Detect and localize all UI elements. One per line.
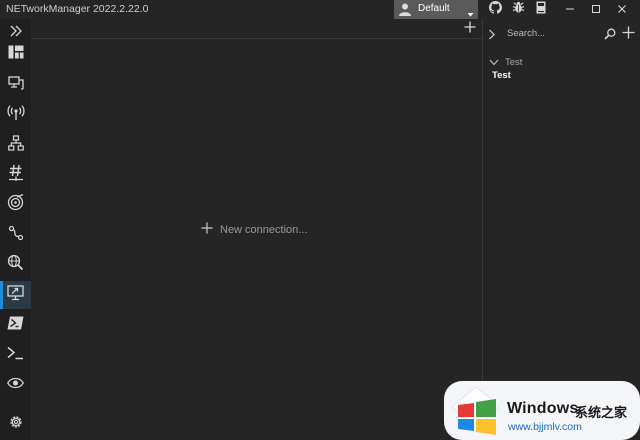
profile-selector[interactable]: Default (394, 0, 478, 19)
watermark-brand: Windows (507, 400, 579, 417)
collapse-panel-button[interactable] (488, 27, 496, 45)
profile-group-test[interactable]: Test (489, 53, 522, 71)
new-connection-button[interactable]: New connection... (201, 221, 307, 239)
sidebar-item-tigervnc[interactable] (0, 371, 31, 399)
windows-logo-icon (451, 386, 501, 435)
watermark-cn-text: 系统之家 (575, 405, 628, 420)
sidebar-item-putty[interactable] (0, 341, 31, 369)
gear-icon (8, 414, 24, 435)
sidebar-item-network-interface[interactable] (0, 71, 31, 99)
maximize-button[interactable] (586, 1, 606, 18)
sidebar-item-wifi[interactable] (0, 101, 31, 129)
sidebar-item-port-scanner[interactable] (0, 161, 31, 189)
minimize-button[interactable] (560, 1, 580, 18)
plus-icon (201, 221, 213, 239)
profile-selector-value: Default (418, 3, 450, 14)
plus-icon (464, 20, 476, 38)
add-profile-button[interactable] (622, 26, 635, 44)
sidebar-item-traceroute[interactable] (0, 221, 31, 249)
profile-group-name: Test (505, 56, 523, 68)
search-input[interactable] (507, 26, 601, 41)
documentation-button[interactable] (531, 1, 551, 18)
app-title: NETworkManager 2022.2.22.0 (6, 3, 149, 15)
sidebar-item-ip-scanner[interactable] (0, 131, 31, 159)
globe-search-icon (7, 254, 24, 276)
new-connection-label: New connection... (220, 224, 308, 236)
remote-desktop-icon (7, 284, 24, 306)
sidebar-item-dashboard[interactable] (0, 40, 31, 68)
search-icon[interactable] (604, 27, 616, 45)
report-bug-button[interactable] (508, 1, 528, 18)
profile-item[interactable]: Test (492, 70, 511, 81)
github-icon (488, 0, 502, 19)
eye-icon (7, 376, 24, 394)
add-tab-button[interactable] (462, 21, 478, 37)
minimize-icon (565, 1, 575, 19)
hash-icon (8, 164, 24, 187)
close-icon (617, 1, 627, 19)
sidebar-item-dns-lookup[interactable] (0, 251, 31, 279)
wifi-icon (7, 104, 25, 126)
traceroute-icon (8, 225, 24, 246)
sidebar-item-powershell[interactable] (0, 311, 31, 339)
sidebar-item-remote-desktop[interactable] (0, 281, 31, 309)
title-bar: NETworkManager 2022.2.22.0 Default (0, 0, 640, 19)
close-button[interactable] (612, 1, 632, 18)
profiles-search-row (483, 24, 640, 42)
github-button[interactable] (485, 0, 505, 19)
sidebar-item-settings[interactable] (0, 410, 31, 438)
network-interface-icon (7, 75, 24, 96)
chevron-down-icon (489, 53, 499, 71)
maximize-icon (591, 1, 601, 19)
sidebar (0, 19, 31, 440)
powershell-icon (7, 316, 24, 335)
watermark-url: www.bjjmlv.com (508, 421, 582, 433)
sidebar-item-ping[interactable] (0, 191, 31, 219)
bug-icon (512, 1, 525, 19)
tab-bar (31, 19, 482, 39)
main-content: New connection... (31, 19, 482, 440)
network-tree-icon (7, 134, 24, 156)
dashboard-icon (8, 45, 24, 64)
terminal-icon (7, 346, 24, 365)
profiles-panel: Test Test (482, 19, 640, 440)
watermark: Windows 系统之家 www.bjjmlv.com (444, 381, 640, 440)
book-icon (535, 1, 547, 19)
ping-icon (7, 193, 24, 216)
